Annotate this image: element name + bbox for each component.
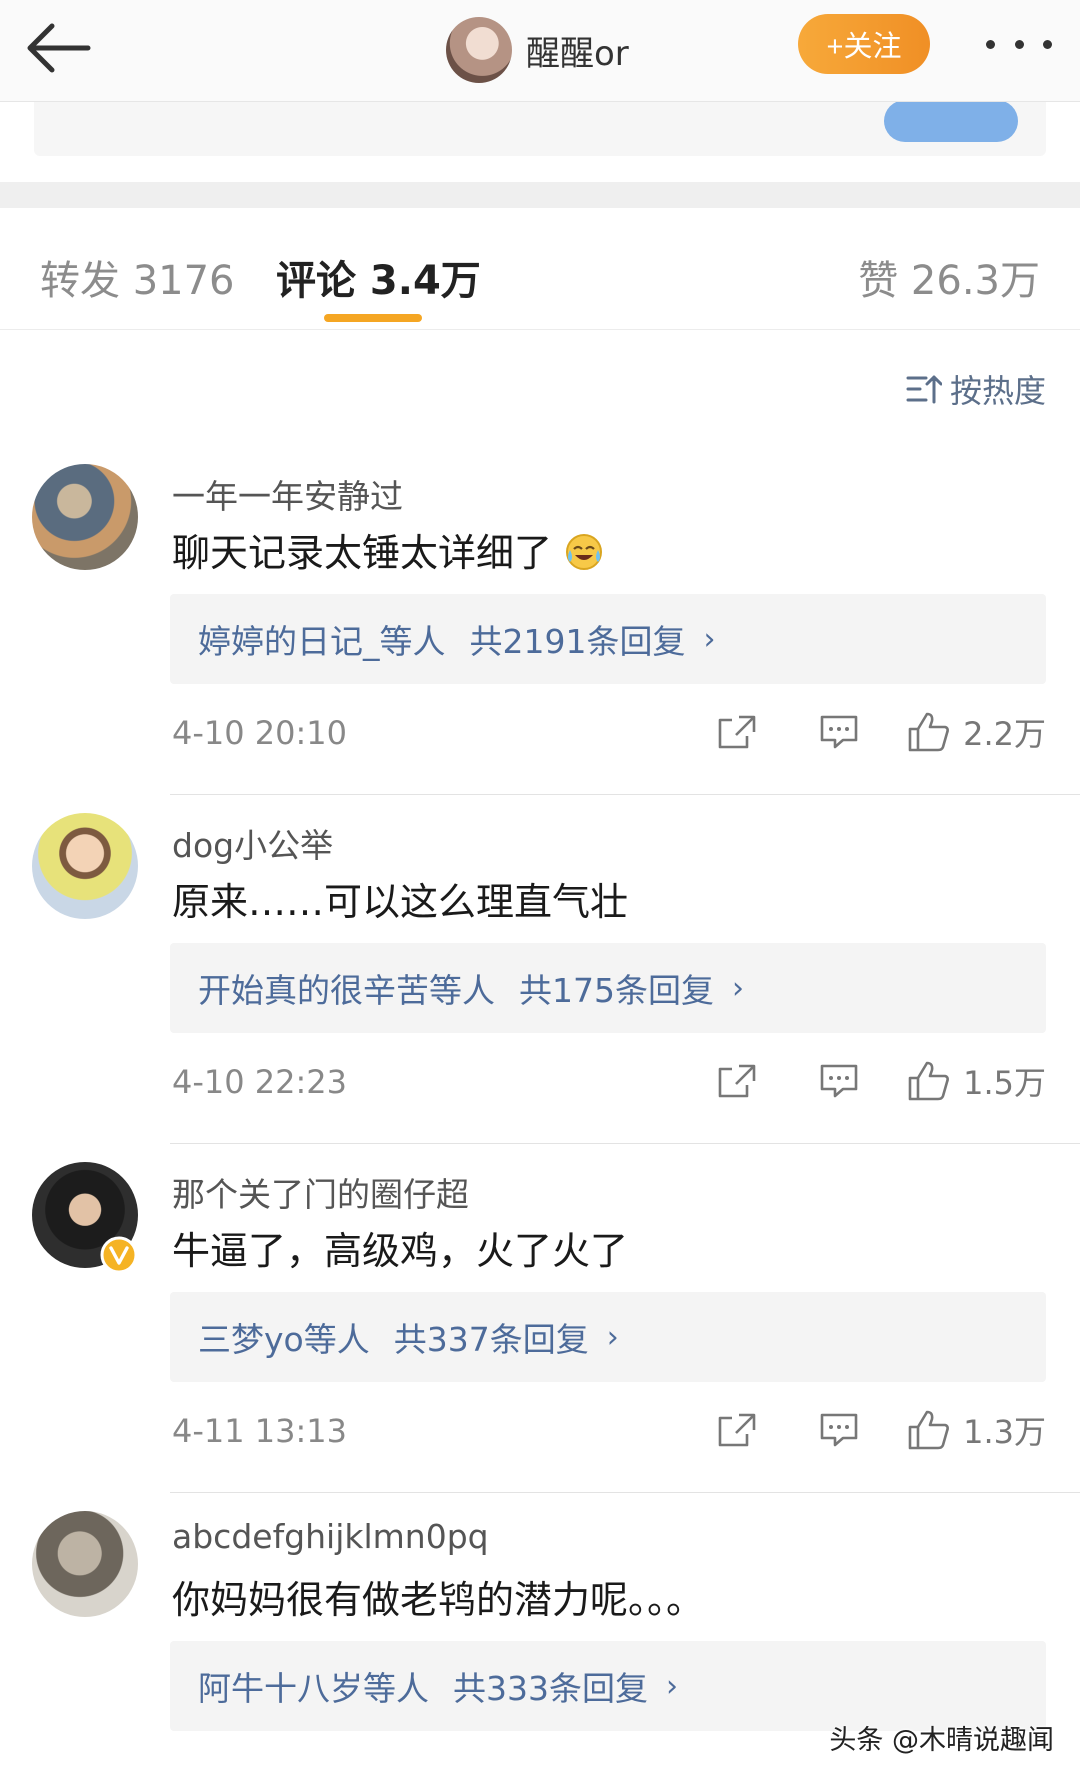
like-button[interactable]: 1.3万 xyxy=(907,1407,1046,1453)
comment-username[interactable]: 一年一年安静过 xyxy=(172,470,403,518)
share-icon[interactable] xyxy=(717,1063,757,1099)
sort-icon xyxy=(906,375,942,404)
comment-actions: 1.5万 xyxy=(717,1051,1046,1111)
back-arrow-icon[interactable] xyxy=(22,18,96,78)
comment-time: 4-10 20:10 xyxy=(172,714,348,752)
comment-text-content: 聊天记录太锤太详细了 xyxy=(172,531,553,575)
divider xyxy=(170,1492,1080,1493)
reply-count: 共2191条回复 xyxy=(469,622,686,661)
reply-count: 共175条回复 xyxy=(519,971,714,1010)
comment-text: 聊天记录太锤太详细了 xyxy=(172,522,604,577)
divider xyxy=(170,1143,1080,1144)
sort-button[interactable]: 按热度 xyxy=(906,366,1046,412)
active-tab-indicator xyxy=(324,314,422,322)
like-count: 2.2万 xyxy=(963,715,1046,753)
page-title: 醒醒or xyxy=(526,33,629,74)
follow-button[interactable]: +关注 xyxy=(798,14,930,74)
more-icon[interactable] xyxy=(986,24,1052,64)
reply-summary[interactable]: 婷婷的日记_等人 共2191条回复 › xyxy=(170,594,1046,684)
quoted-card-button[interactable] xyxy=(884,100,1018,142)
watermark: 头条 @木晴说趣闻 xyxy=(829,1725,1054,1756)
comment-username[interactable]: 那个关了门的圈仔超 xyxy=(172,1168,469,1216)
comment-text: 你妈妈很有做老鸨的潜力呢。。。 xyxy=(172,1578,705,1622)
comment-username[interactable]: abcdefghijklmn0pq xyxy=(172,1517,489,1556)
avatar[interactable] xyxy=(446,17,512,83)
chevron-right-icon: › xyxy=(666,1668,678,1704)
avatar[interactable] xyxy=(32,464,138,570)
share-icon[interactable] xyxy=(717,714,757,750)
share-icon[interactable] xyxy=(717,1412,757,1448)
avatar[interactable] xyxy=(32,813,138,919)
thumbs-up-icon xyxy=(908,1061,950,1101)
comment-time: 4-11 13:13 xyxy=(172,1412,348,1450)
tab-likes[interactable]: 赞 26.3万 xyxy=(858,248,1040,306)
reply-users: 阿牛十八岁等人 xyxy=(198,1669,429,1708)
reply-users: 开始真的很辛苦等人 xyxy=(198,971,495,1010)
like-button[interactable]: 2.2万 xyxy=(907,709,1046,755)
tab-repost[interactable]: 转发 3176 xyxy=(40,248,235,306)
thumbs-up-icon xyxy=(908,1410,950,1450)
comment-time: 4-10 22:23 xyxy=(172,1063,348,1101)
comment-icon[interactable] xyxy=(819,1412,859,1448)
comment-actions: 1.3万 xyxy=(717,1400,1046,1460)
comment-icon[interactable] xyxy=(819,1063,859,1099)
chevron-right-icon: › xyxy=(732,970,744,1006)
reply-users: 婷婷的日记_等人 xyxy=(198,622,446,661)
avatar[interactable] xyxy=(32,1511,138,1617)
like-count: 1.5万 xyxy=(963,1064,1046,1102)
reply-count: 共337条回复 xyxy=(393,1320,589,1359)
comment-actions: 2.2万 xyxy=(717,702,1046,762)
comment-username[interactable]: dog小公举 xyxy=(172,819,333,867)
chevron-right-icon: › xyxy=(703,621,716,657)
reply-users: 三梦yo等人 xyxy=(198,1320,370,1359)
sort-label: 按热度 xyxy=(949,372,1046,410)
like-button[interactable]: 1.5万 xyxy=(907,1058,1046,1104)
section-divider xyxy=(0,182,1080,208)
divider xyxy=(170,794,1080,795)
tab-bar: 转发 3176 评论 3.4万 赞 26.3万 xyxy=(0,208,1080,330)
header-user[interactable]: 醒醒or xyxy=(446,12,629,88)
reply-summary[interactable]: 开始真的很辛苦等人 共175条回复 › xyxy=(170,943,1046,1033)
chevron-right-icon: › xyxy=(606,1319,619,1355)
top-bar: 醒醒or +关注 xyxy=(0,0,1080,102)
reply-count: 共333条回复 xyxy=(453,1669,648,1708)
reply-summary[interactable]: 三梦yo等人 共337条回复 › xyxy=(170,1292,1046,1382)
comment-text: 牛逼了，高级鸡，火了火了 xyxy=(172,1229,629,1273)
verified-badge-icon xyxy=(100,1236,138,1274)
laugh-cry-emoji-icon xyxy=(566,534,603,570)
thumbs-up-icon xyxy=(908,712,950,752)
comment-text: 原来……可以这么理直气壮 xyxy=(172,880,629,924)
comment-icon[interactable] xyxy=(819,714,859,750)
like-count: 1.3万 xyxy=(963,1413,1046,1451)
